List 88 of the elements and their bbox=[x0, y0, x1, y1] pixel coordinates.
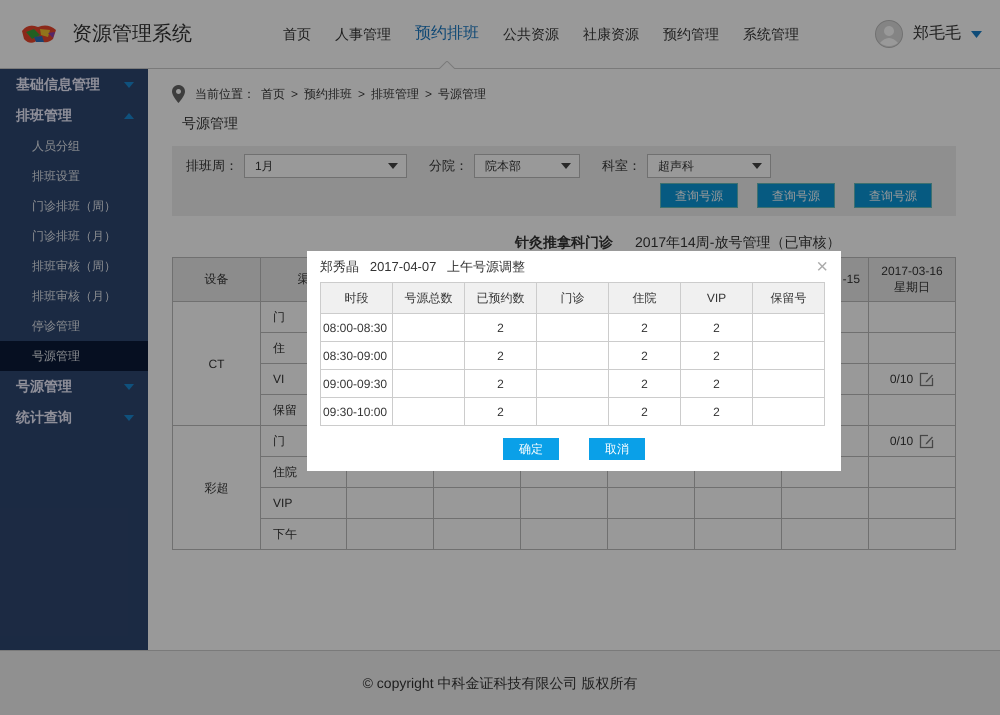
table-cell: 2 bbox=[464, 314, 536, 342]
user-name[interactable]: 郑毛毛 bbox=[913, 22, 961, 46]
sidebar-subitem[interactable]: 号源管理 bbox=[0, 341, 148, 371]
breadcrumb-separator: > bbox=[358, 86, 366, 103]
quota-text: 0/10 bbox=[890, 371, 914, 388]
select-field[interactable]: 1月 bbox=[244, 154, 407, 178]
nav-tab[interactable]: 系统管理 bbox=[735, 0, 807, 68]
column-header: 住院 bbox=[608, 282, 680, 314]
sidebar-subitem[interactable]: 人员分组 bbox=[0, 131, 148, 161]
sidebar-item[interactable]: 排班管理 bbox=[0, 100, 148, 131]
schedule-subtitle: 2017年14周-放号管理（已审核） bbox=[635, 233, 840, 252]
caret-icon[interactable] bbox=[971, 30, 982, 38]
nav-tab[interactable]: 社康资源 bbox=[575, 0, 647, 68]
page-title: 号源管理 bbox=[182, 114, 239, 133]
sidebar-item[interactable]: 统计查询 bbox=[0, 402, 148, 433]
column-header: 门诊 bbox=[536, 282, 608, 314]
table-cell: 2 bbox=[608, 398, 680, 426]
table-cell: 2 bbox=[608, 314, 680, 342]
column-header: 已预约数 bbox=[464, 282, 536, 314]
breadcrumb-link[interactable]: 排班管理 bbox=[371, 85, 420, 103]
sidebar-subitem[interactable]: 排班审核（月） bbox=[0, 281, 148, 311]
table-cell: 2 bbox=[680, 314, 752, 342]
avatar-icon bbox=[875, 20, 903, 48]
time-cell: 09:00-09:30 bbox=[320, 370, 392, 398]
column-header: 时段 bbox=[320, 282, 392, 314]
breadcrumb-separator: > bbox=[291, 86, 298, 103]
expand-caret-icon[interactable] bbox=[124, 82, 134, 88]
breadcrumb-separator: > bbox=[425, 86, 432, 103]
department-title: 针灸推拿科门诊 bbox=[515, 233, 613, 252]
nav-tab[interactable]: 人事管理 bbox=[327, 0, 399, 68]
sidebar-subitem[interactable]: 停诊管理 bbox=[0, 311, 148, 341]
sidebar-item[interactable]: 号源管理 bbox=[0, 371, 148, 402]
collapse-caret-icon[interactable] bbox=[124, 112, 134, 118]
time-cell: 09:30-10:00 bbox=[320, 398, 392, 426]
confirm-button[interactable]: 确定 bbox=[503, 438, 559, 460]
sidebar-subitem[interactable]: 门诊排班（周） bbox=[0, 191, 148, 221]
expand-caret-icon[interactable] bbox=[124, 384, 134, 390]
table-cell: 2 bbox=[680, 370, 752, 398]
app-title: 资源管理系统 bbox=[72, 22, 192, 47]
column-header: 设备 bbox=[172, 258, 260, 302]
edit-icon[interactable] bbox=[919, 434, 934, 448]
nav-tab[interactable]: 预约管理 bbox=[655, 0, 727, 68]
table-cell: 2 bbox=[608, 370, 680, 398]
channel-cell: VIP bbox=[260, 488, 346, 518]
sidebar-subitem[interactable]: 门诊排班（月） bbox=[0, 221, 148, 251]
edit-icon[interactable] bbox=[919, 372, 934, 386]
breadcrumb-link[interactable]: 号源管理 bbox=[438, 85, 486, 103]
column-header: 2017-03-16 星期日 bbox=[880, 264, 944, 296]
column-header: VIP bbox=[680, 282, 752, 314]
query-button[interactable]: 查询号源 bbox=[854, 183, 932, 208]
nav-tab[interactable]: 首页 bbox=[275, 0, 319, 68]
column-header: 号源总数 bbox=[392, 282, 464, 314]
query-button[interactable]: 查询号源 bbox=[757, 183, 835, 208]
device-cell: 彩超 bbox=[172, 426, 260, 550]
location-pin-icon bbox=[172, 85, 185, 103]
cancel-button[interactable]: 取消 bbox=[589, 438, 645, 460]
select-field[interactable]: 院本部 bbox=[474, 154, 580, 178]
time-cell: 08:30-09:00 bbox=[320, 342, 392, 370]
nav-tab[interactable]: 预约排班 bbox=[407, 0, 487, 68]
column-header: 保留号 bbox=[752, 282, 824, 314]
time-cell: 08:00-08:30 bbox=[320, 314, 392, 342]
filter-label: 排班周： bbox=[186, 157, 238, 176]
filter-label: 科室： bbox=[602, 157, 641, 176]
nav-tab[interactable]: 公共资源 bbox=[495, 0, 567, 68]
caret-icon bbox=[388, 163, 398, 169]
sidebar-subitem[interactable]: 排班设置 bbox=[0, 161, 148, 191]
sidebar-item[interactable]: 基础信息管理 bbox=[0, 69, 148, 100]
breadcrumb-link[interactable]: 首页 bbox=[261, 85, 285, 103]
device-cell: CT bbox=[172, 302, 260, 426]
select-field[interactable]: 超声科 bbox=[647, 154, 771, 178]
filter-label: 分院： bbox=[429, 157, 468, 176]
table-cell: 2 bbox=[464, 370, 536, 398]
query-button[interactable]: 查询号源 bbox=[660, 183, 738, 208]
caret-icon bbox=[561, 163, 571, 169]
channel-cell: 下午 bbox=[260, 518, 346, 550]
breadcrumb-link[interactable]: 预约排班 bbox=[304, 85, 352, 103]
table-cell: 2 bbox=[680, 398, 752, 426]
table-cell: 2 bbox=[680, 342, 752, 370]
breadcrumb-label: 当前位置： bbox=[195, 86, 255, 103]
sidebar-subitem[interactable]: 排班审核（周） bbox=[0, 251, 148, 281]
table-cell: 2 bbox=[608, 342, 680, 370]
quota-text: 0/10 bbox=[890, 433, 914, 450]
table-cell: 2 bbox=[464, 398, 536, 426]
caret-icon bbox=[752, 163, 762, 169]
close-button[interactable]: × bbox=[816, 257, 828, 277]
table-cell: 2 bbox=[464, 342, 536, 370]
copyright-text: © copyright 中科金证科技有限公司 版权所有 bbox=[362, 674, 638, 693]
expand-caret-icon[interactable] bbox=[124, 414, 134, 420]
